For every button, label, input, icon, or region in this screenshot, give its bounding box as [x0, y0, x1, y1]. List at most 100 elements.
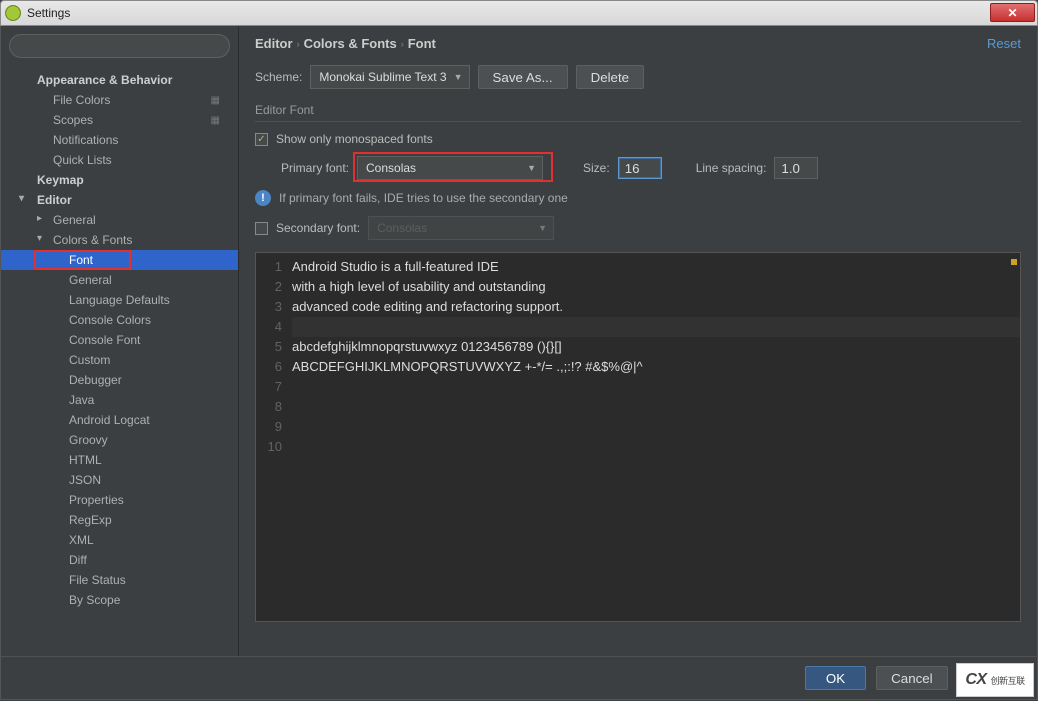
secondary-font-label: Secondary font:: [276, 221, 360, 235]
primary-font-select[interactable]: Consolas ▼: [357, 156, 543, 180]
tree-item-keymap[interactable]: Keymap: [1, 170, 238, 190]
tree-item-label: Console Font: [69, 333, 140, 347]
watermark-logo: CX: [965, 671, 986, 689]
line-number: 7: [256, 377, 282, 397]
line-number: 6: [256, 357, 282, 377]
tree-item-java[interactable]: Java: [1, 390, 238, 410]
size-label: Size:: [583, 161, 610, 175]
tree-item-console-font[interactable]: Console Font: [1, 330, 238, 350]
tree-item-general[interactable]: ▸General: [1, 210, 238, 230]
primary-font-label: Primary font:: [281, 161, 349, 175]
divider: [255, 121, 1021, 122]
tree-item-label: Scopes: [53, 113, 93, 127]
tree-item-label: Console Colors: [69, 313, 151, 327]
info-text: If primary font fails, IDE tries to use …: [279, 191, 568, 205]
code-line: Android Studio is a full-featured IDE: [292, 257, 1020, 277]
tree-item-label: File Status: [69, 573, 126, 587]
watermark: CX 创新互联: [956, 663, 1034, 697]
gutter: 12345678910: [256, 253, 288, 621]
scheme-select[interactable]: Monokai Sublime Text 3 ▼: [310, 65, 469, 89]
tree-item-appearance-behavior[interactable]: Appearance & Behavior: [1, 70, 238, 90]
tree-item-label: Notifications: [53, 133, 118, 147]
close-icon: ✕: [1007, 6, 1017, 20]
info-icon: !: [255, 190, 271, 206]
expand-icon: ▾: [37, 233, 42, 244]
breadcrumb: Editor › Colors & Fonts › Font Reset: [255, 36, 1021, 51]
tree-item-general[interactable]: General: [1, 270, 238, 290]
chevron-down-icon: ▼: [527, 163, 536, 173]
reset-link[interactable]: Reset: [987, 36, 1021, 51]
tree-item-language-defaults[interactable]: Language Defaults: [1, 290, 238, 310]
crumb-font: Font: [408, 36, 436, 51]
tree-item-android-logcat[interactable]: Android Logcat: [1, 410, 238, 430]
delete-button[interactable]: Delete: [576, 65, 645, 89]
tree-item-label: Language Defaults: [69, 293, 170, 307]
cancel-button[interactable]: Cancel: [876, 666, 948, 690]
tree-item-file-status[interactable]: File Status: [1, 570, 238, 590]
ok-button[interactable]: OK: [805, 666, 866, 690]
tree-item-label: By Scope: [69, 593, 120, 607]
tree-item-label: Debugger: [69, 373, 122, 387]
code-line: [292, 317, 1020, 337]
tree-item-label: Font: [69, 253, 93, 267]
tree-item-notifications[interactable]: Notifications: [1, 130, 238, 150]
tree-item-groovy[interactable]: Groovy: [1, 430, 238, 450]
close-button[interactable]: ✕: [990, 3, 1035, 22]
tree-item-label: Quick Lists: [53, 153, 112, 167]
search-input[interactable]: [9, 34, 230, 58]
scheme-label: Scheme:: [255, 70, 302, 84]
tree-item-label: Groovy: [69, 433, 108, 447]
line-number: 8: [256, 397, 282, 417]
tree-item-quick-lists[interactable]: Quick Lists: [1, 150, 238, 170]
expand-icon: ▸: [37, 213, 42, 224]
show-mono-checkbox[interactable]: ✓: [255, 133, 268, 146]
secondary-font-select: Consolas ▼: [368, 216, 554, 240]
tree-item-html[interactable]: HTML: [1, 450, 238, 470]
tree-item-by-scope[interactable]: By Scope: [1, 590, 238, 610]
tree-item-label: RegExp: [69, 513, 112, 527]
tree-item-label: Custom: [69, 353, 110, 367]
size-input[interactable]: [618, 157, 662, 179]
save-as-button[interactable]: Save As...: [478, 65, 568, 89]
tree-item-regexp[interactable]: RegExp: [1, 510, 238, 530]
chevron-right-icon: ›: [401, 39, 404, 49]
main-panel: Editor › Colors & Fonts › Font Reset Sch…: [239, 26, 1037, 656]
tree-item-editor[interactable]: ▾Editor: [1, 190, 238, 210]
expand-icon: ▾: [19, 193, 24, 204]
scheme-value: Monokai Sublime Text 3: [319, 70, 446, 84]
tree-item-properties[interactable]: Properties: [1, 490, 238, 510]
chevron-down-icon: ▼: [538, 223, 547, 233]
line-spacing-input[interactable]: [774, 157, 818, 179]
tree-item-label: Keymap: [37, 173, 84, 187]
line-number: 3: [256, 297, 282, 317]
line-number: 4: [256, 317, 282, 337]
tree-item-custom[interactable]: Custom: [1, 350, 238, 370]
code-line: abcdefghijklmnopqrstuvwxyz 0123456789 ()…: [292, 337, 1020, 357]
tree-item-console-colors[interactable]: Console Colors: [1, 310, 238, 330]
tree-item-file-colors[interactable]: File Colors▦: [1, 90, 238, 110]
footer: OK Cancel Apply: [0, 656, 1038, 700]
tree-item-label: Appearance & Behavior: [37, 73, 172, 87]
watermark-text: 创新互联: [991, 674, 1025, 687]
tree-item-label: HTML: [69, 453, 102, 467]
tree-item-font[interactable]: Font: [1, 250, 238, 270]
tree-item-diff[interactable]: Diff: [1, 550, 238, 570]
primary-font-value: Consolas: [366, 161, 416, 175]
secondary-font-checkbox[interactable]: ✓: [255, 222, 268, 235]
tree-item-label: XML: [69, 533, 94, 547]
code-line: with a high level of usability and outst…: [292, 277, 1020, 297]
show-mono-label: Show only monospaced fonts: [276, 132, 433, 146]
crumb-colors-fonts[interactable]: Colors & Fonts: [304, 36, 397, 51]
window-title: Settings: [27, 6, 70, 20]
line-number: 10: [256, 437, 282, 457]
editor-font-section: Editor Font: [255, 103, 1021, 119]
tree-item-xml[interactable]: XML: [1, 530, 238, 550]
code-line: ABCDEFGHIJKLMNOPQRSTUVWXYZ +-*/= .,;:!? …: [292, 357, 1020, 377]
crumb-editor[interactable]: Editor: [255, 36, 293, 51]
app-icon: [5, 5, 21, 21]
tree-item-colors-fonts[interactable]: ▾Colors & Fonts: [1, 230, 238, 250]
tree-item-json[interactable]: JSON: [1, 470, 238, 490]
tree-item-scopes[interactable]: Scopes▦: [1, 110, 238, 130]
tree-item-debugger[interactable]: Debugger: [1, 370, 238, 390]
line-spacing-label: Line spacing:: [696, 161, 767, 175]
